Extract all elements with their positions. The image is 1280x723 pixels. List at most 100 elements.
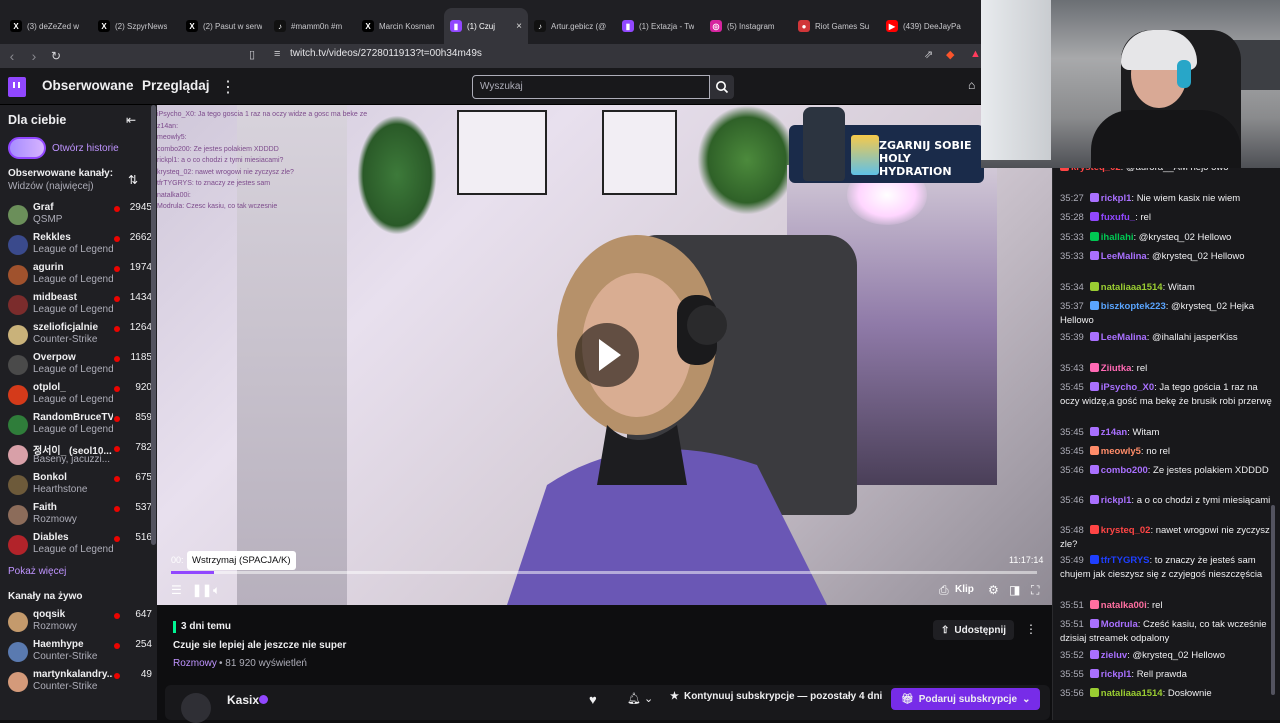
sidebar-channel[interactable]: qoqsik Rozmowy 647 <box>6 608 152 638</box>
live-dot-icon <box>114 613 120 619</box>
channel-name: Bonkol <box>33 472 67 483</box>
clip-icon[interactable]: ⎙ <box>939 583 949 598</box>
nav-browse-link[interactable]: Przeglądaj <box>142 78 210 93</box>
sidebar-channel[interactable]: agurin League of Legends 1974 <box>6 261 152 291</box>
live-dot-icon <box>114 643 120 649</box>
follow-heart-icon[interactable]: ♥ <box>589 692 597 707</box>
settings-icon[interactable]: ⚙ <box>988 583 999 597</box>
chat-username[interactable]: ihallahi <box>1101 232 1134 243</box>
sidebar-channel[interactable]: Overpow League of Legends 1185 <box>6 351 152 381</box>
twitch-icon: ▮ <box>450 20 462 32</box>
url-field[interactable]: twitch.tv/videos/2728011913?t=00h34m49s <box>290 48 482 59</box>
channel-name[interactable]: Kasix <box>227 693 259 707</box>
browser-tab[interactable]: ♪ #mamm0n #m <box>268 8 356 44</box>
chat-username[interactable]: tfrTYGRYS <box>1101 555 1150 566</box>
collapse-sidebar-icon[interactable]: ⇤ <box>126 113 136 127</box>
chat-username[interactable]: z14an <box>1101 427 1127 438</box>
gift-subscription-button[interactable]: 🎁︎ Podaruj subskrypcje ⌄ <box>891 688 1041 710</box>
chat-username[interactable]: rickpl1 <box>1101 193 1132 204</box>
sidebar-channel[interactable]: Graf QSMP 2945 <box>6 201 152 231</box>
site-info-icon[interactable]: ≡ <box>274 48 280 60</box>
sidebar-channel[interactable]: Haemhype Counter-Strike 254 <box>6 638 152 668</box>
nav-followed-link[interactable]: Obserwowane <box>42 78 134 93</box>
browser-tab[interactable]: ▶ (439) DeeJayPa <box>880 8 968 44</box>
open-history-link[interactable]: Otwórz historie <box>52 143 119 154</box>
chat-username[interactable]: rickpl1 <box>1101 495 1132 506</box>
chat-username[interactable]: krysteq_02 <box>1101 525 1151 536</box>
riot-icon: ● <box>798 20 810 32</box>
sidebar-channel[interactable]: Faith Rozmowy 537 <box>6 501 152 531</box>
browser-tab[interactable]: ◎ (5) Instagram <box>704 8 792 44</box>
chat-username[interactable]: zieluv <box>1101 650 1127 661</box>
close-tab-icon[interactable]: × <box>516 21 522 32</box>
browser-tab[interactable]: X (2) Pasut w serw <box>180 8 268 44</box>
chat-username[interactable]: LeeMalina <box>1101 332 1147 343</box>
sidebar-channel[interactable]: 정서이_ (seol10... Baseny, jacuzzi... 782 <box>6 441 152 471</box>
chat-username[interactable]: biszkoptek223 <box>1101 301 1166 312</box>
chat-username[interactable]: Ziiutka <box>1101 363 1132 374</box>
sidebar-channel[interactable]: martynkalandry... Counter-Strike 49 <box>6 668 152 698</box>
chat-username[interactable]: nataliaaa1514 <box>1101 688 1163 699</box>
sidebar-scrollbar[interactable] <box>151 105 156 545</box>
sort-icon[interactable]: ⇅ <box>128 173 138 187</box>
bookmark-icon[interactable]: ▯ <box>249 48 255 61</box>
sidebar-channel[interactable]: Bonkol Hearthstone 675 <box>6 471 152 501</box>
chapters-icon[interactable]: ☰ <box>171 583 182 597</box>
chat-username[interactable]: combo200 <box>1101 465 1148 476</box>
share-page-icon[interactable]: ⇗ <box>924 48 933 61</box>
fullscreen-icon[interactable]: ⛶ <box>1031 583 1039 598</box>
video-player[interactable]: iPsycho_X0: Ja tego goscia 1 raz na oczy… <box>157 105 1052 605</box>
browser-tab[interactable]: X (3) deZeZed w <box>4 8 92 44</box>
history-row[interactable]: Otwórz historie <box>8 137 119 159</box>
browser-tab[interactable]: ▮ (1) Extazja - Tw <box>616 8 704 44</box>
sidebar-channel[interactable]: RandomBruceTV League of Legends 859 <box>6 411 152 441</box>
current-time: 00: <box>171 555 184 565</box>
seek-bar[interactable] <box>171 571 1037 574</box>
chat-username[interactable]: rickpl1 <box>1101 669 1132 680</box>
chat-username[interactable]: nataliaaa1514 <box>1101 282 1163 293</box>
browser-tab[interactable]: X (2) SzpyrNews <box>92 8 180 44</box>
search-input[interactable]: Wyszukaj <box>472 75 710 99</box>
chat-username[interactable]: meowly5 <box>1101 446 1141 457</box>
sidebar-channel[interactable]: midbeast League of Legends 1434 <box>6 291 152 321</box>
video-more-icon[interactable]: ⋮ <box>1025 622 1037 636</box>
pause-icon[interactable]: ❚❚ <box>192 583 212 597</box>
chat-scrollbar[interactable] <box>1271 505 1275 695</box>
theatre-mode-icon[interactable]: ◨ <box>1009 583 1020 597</box>
sidebar-channel[interactable]: Rekkles League of Legends 2662 <box>6 231 152 261</box>
twitch-logo-icon[interactable] <box>8 77 26 97</box>
show-more-link[interactable]: Pokaż więcej <box>8 566 66 577</box>
browser-tab[interactable]: X Marcin Kosman <box>356 8 444 44</box>
chat-username[interactable]: fuxufu_ <box>1101 212 1135 223</box>
share-button[interactable]: ⇧ Udostępnij <box>933 620 1015 640</box>
volume-icon[interactable]: 🔈︎ <box>213 583 220 598</box>
inbox-icon[interactable]: ⌂ <box>968 78 975 92</box>
channel-name: Overpow <box>33 352 76 363</box>
more-menu-icon[interactable]: ⋮ <box>220 77 236 97</box>
reload-icon[interactable]: ↻ <box>46 49 66 63</box>
browser-tab[interactable]: ▮ (1) Czuj × <box>444 8 528 44</box>
browser-tab[interactable]: ♪ Artur.gebicz (@ <box>528 8 616 44</box>
chat-message: 35:45 meowly5: no rel <box>1060 445 1272 459</box>
back-icon[interactable]: ‹ <box>2 48 22 64</box>
chat-username[interactable]: iPsycho_X0 <box>1101 382 1154 393</box>
chat-username[interactable]: Modrula <box>1101 619 1138 630</box>
chat-badge-icon <box>1089 446 1099 455</box>
chat-username[interactable]: natalka00i <box>1101 600 1147 611</box>
video-category-link[interactable]: Rozmowy <box>173 658 217 669</box>
search-button[interactable] <box>710 75 734 99</box>
forward-icon[interactable]: › <box>24 48 44 64</box>
rewards-icon[interactable]: ▲ <box>970 48 981 60</box>
sidebar-channel[interactable]: otplol_ League of Legends 920 <box>6 381 152 411</box>
chat-username[interactable]: LeeMalina <box>1101 251 1147 262</box>
chat-text: : a o co chodzi z tymi miesiącami <box>1131 495 1271 506</box>
sidebar-channel[interactable]: szelioficjalnie Counter-Strike 1264 <box>6 321 152 351</box>
play-button[interactable] <box>575 323 639 387</box>
browser-tab[interactable]: ● Riot Games Su <box>792 8 880 44</box>
clip-button[interactable]: Klip <box>955 584 974 595</box>
channel-avatar[interactable] <box>181 693 211 723</box>
continue-subscription-button[interactable]: ★ Kontynuuj subskrypcje — pozostały 4 dn… <box>670 691 882 702</box>
brave-shield-icon[interactable]: ◆ <box>946 48 954 61</box>
sidebar-channel[interactable]: Diables League of Legends 516 <box>6 531 152 561</box>
notification-bell-icon[interactable]: 🔔︎ ⌄ <box>627 692 653 705</box>
